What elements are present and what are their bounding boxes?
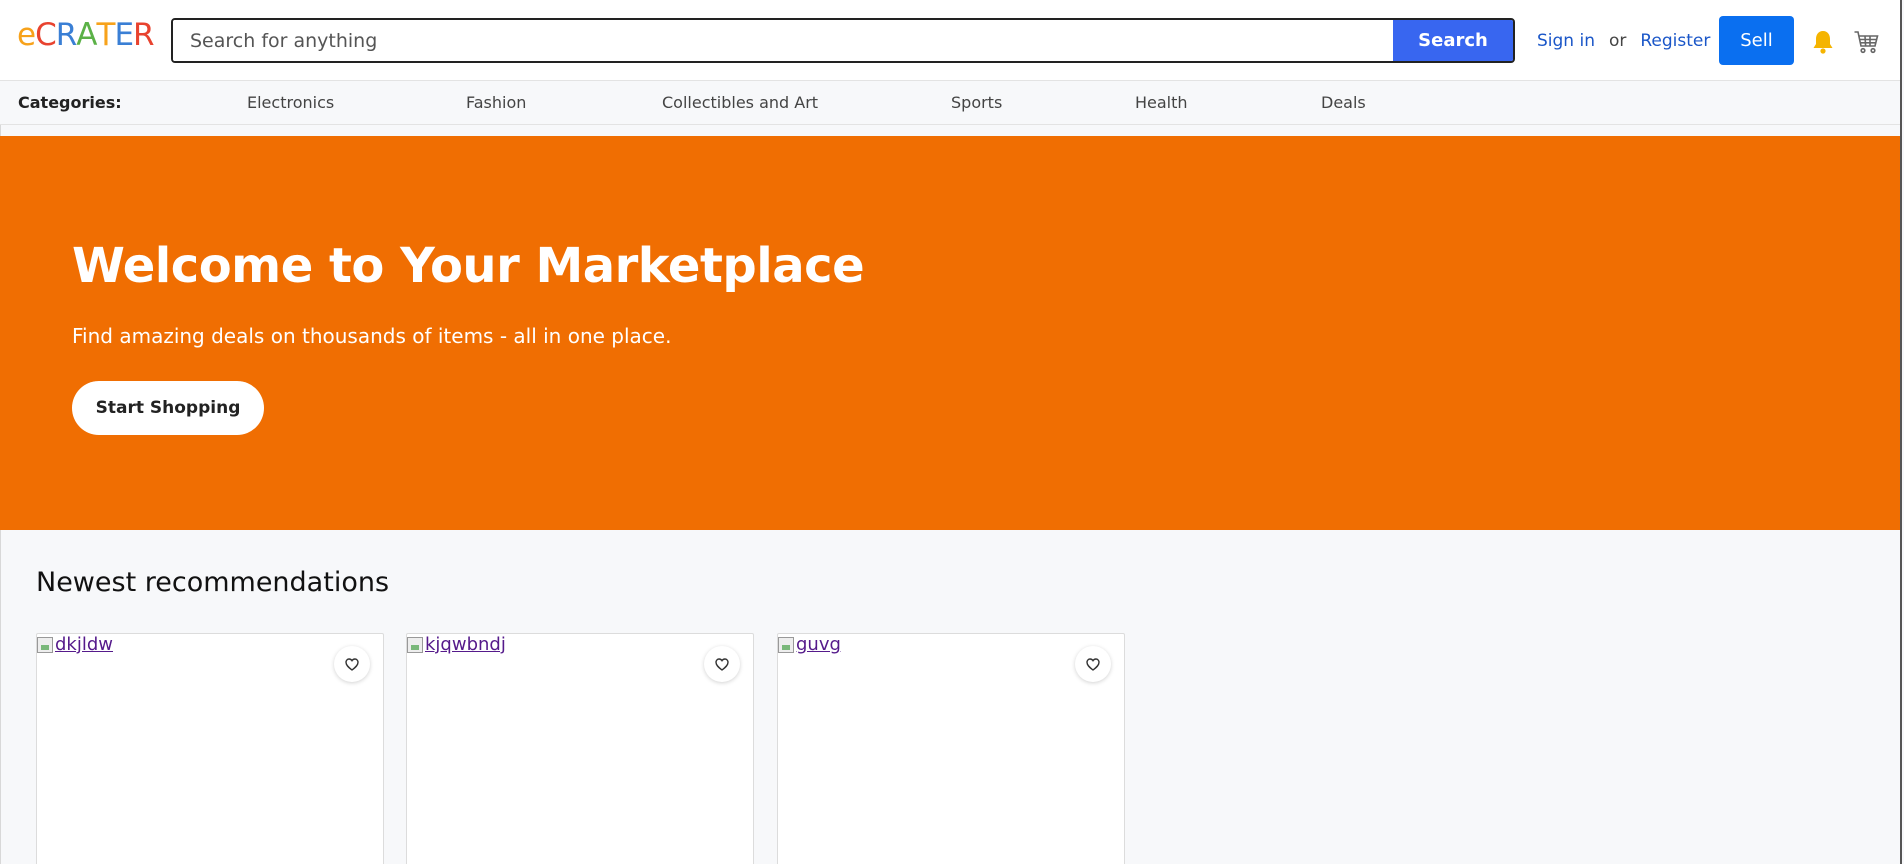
hero-banner: Welcome to Your Marketplace Find amazing… — [0, 136, 1900, 530]
heart-icon — [715, 657, 729, 671]
product-card[interactable]: kjqwbndj — [406, 633, 754, 864]
favorite-button[interactable] — [1075, 646, 1111, 682]
product-image-alt: kjqwbndj — [425, 634, 506, 655]
hero-subtitle: Find amazing deals on thousands of items… — [72, 324, 672, 348]
sign-in-link[interactable]: Sign in — [1537, 31, 1595, 51]
search-bar: Search — [171, 18, 1515, 63]
register-link[interactable]: Register — [1640, 31, 1710, 51]
category-collectibles-and-art[interactable]: Collectibles and Art — [662, 93, 818, 112]
category-deals[interactable]: Deals — [1321, 93, 1366, 112]
favorite-button[interactable] — [334, 646, 370, 682]
heart-icon — [1086, 657, 1100, 671]
product-image-link[interactable]: kjqwbndj — [407, 634, 506, 655]
section-title-newest-recommendations: Newest recommendations — [36, 567, 390, 598]
cart-icon[interactable] — [1853, 29, 1879, 55]
logo-letter: T — [96, 17, 116, 53]
categories-label: Categories: — [18, 93, 122, 112]
category-health[interactable]: Health — [1135, 93, 1188, 112]
broken-image-icon — [407, 636, 423, 653]
auth-links: Sign in or Register — [1537, 29, 1710, 53]
product-card[interactable]: guvg — [777, 633, 1125, 864]
product-image-alt: dkjldw — [55, 634, 113, 655]
auth-or-text: or — [1608, 31, 1627, 51]
logo-letter: E — [114, 17, 134, 53]
category-electronics[interactable]: Electronics — [247, 93, 334, 112]
product-card[interactable]: dkjldw — [36, 633, 384, 864]
product-image-link[interactable]: dkjldw — [37, 634, 113, 655]
heart-icon — [345, 657, 359, 671]
product-image-link[interactable]: guvg — [778, 634, 841, 655]
search-input[interactable] — [173, 20, 1393, 61]
category-fashion[interactable]: Fashion — [466, 93, 526, 112]
favorite-button[interactable] — [704, 646, 740, 682]
product-image-alt: guvg — [796, 634, 841, 655]
logo-letter: C — [35, 17, 57, 53]
site-logo[interactable]: eCRATER — [17, 17, 155, 57]
site-header: eCRATER Search Sign in or Register Sell — [0, 0, 1900, 81]
logo-letter: A — [76, 17, 97, 53]
sell-button[interactable]: Sell — [1719, 16, 1794, 65]
logo-letter: R — [55, 17, 78, 53]
category-sports[interactable]: Sports — [951, 93, 1002, 112]
logo-letter: R — [133, 17, 155, 53]
broken-image-icon — [778, 636, 794, 653]
search-button[interactable]: Search — [1393, 20, 1513, 61]
hero-title: Welcome to Your Marketplace — [72, 238, 865, 294]
logo-letter: e — [17, 17, 36, 53]
broken-image-icon — [37, 636, 53, 653]
start-shopping-button[interactable]: Start Shopping — [72, 381, 264, 435]
bell-icon[interactable] — [1811, 29, 1835, 55]
category-bar: Categories: Electronics Fashion Collecti… — [0, 81, 1900, 125]
